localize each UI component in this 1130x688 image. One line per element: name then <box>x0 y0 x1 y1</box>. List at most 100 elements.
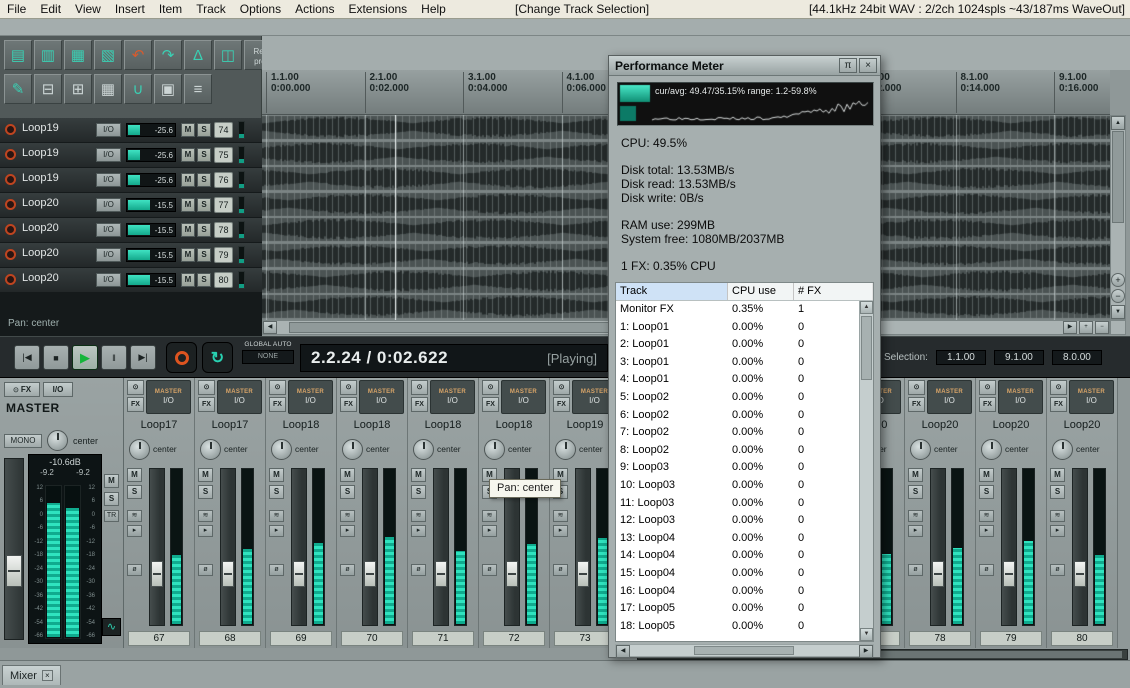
perf-table-row[interactable]: 18: Loop050.00%0 <box>616 618 859 636</box>
fader-handle[interactable] <box>293 561 305 587</box>
strip-send-badge[interactable]: MASTERI/O <box>430 380 475 414</box>
master-strip[interactable]: ⊙FX I/O MASTER MONO center -10.6dB -9.2 … <box>0 378 124 648</box>
perf-table-row[interactable]: 7: Loop020.00%0 <box>616 424 859 442</box>
send-button[interactable]: ▸ <box>908 525 923 537</box>
phase-button[interactable]: ø <box>482 564 497 576</box>
track-solo-button[interactable]: S <box>197 223 211 237</box>
window-horizontal-scrollbar[interactable]: ◀ ▶ <box>615 644 874 657</box>
menu-item-file[interactable]: File <box>0 1 33 17</box>
track-volume-fader[interactable]: -15.5 <box>126 248 176 262</box>
strip-volume-fader[interactable] <box>362 468 378 626</box>
env-button[interactable]: ≋ <box>1050 510 1065 522</box>
strip-send-badge[interactable]: MASTERI/O <box>146 380 191 414</box>
perf-table-row[interactable]: 5: Loop020.00%0 <box>616 389 859 407</box>
strip-fx-button[interactable]: FX <box>198 397 215 412</box>
strip-mute-button[interactable]: M <box>269 468 284 482</box>
perf-table-row[interactable]: 12: Loop030.00%0 <box>616 512 859 530</box>
pan-knob[interactable] <box>484 439 505 460</box>
strip-env-button[interactable]: ⊙ <box>127 380 144 395</box>
pause-button[interactable]: ‖ <box>101 345 127 370</box>
track-mute-button[interactable]: M <box>181 198 195 212</box>
pm-scroll-right-icon[interactable]: ▶ <box>859 645 873 658</box>
screenset-button[interactable]: ◫ <box>214 40 242 70</box>
env-button[interactable]: ≋ <box>198 510 213 522</box>
mixer-strip[interactable]: ⊙FXMASTERI/OLoop18centerMS≋▸ø70 <box>337 378 408 648</box>
strip-env-button[interactable]: ⊙ <box>908 380 925 395</box>
strip-solo-button[interactable]: S <box>979 485 994 499</box>
col-cpu-use[interactable]: CPU use <box>728 283 794 300</box>
fader-handle[interactable] <box>932 561 944 587</box>
send-button[interactable]: ▸ <box>340 525 355 537</box>
record-arm-button[interactable] <box>5 249 16 260</box>
mixer-strip[interactable]: ⊙FXMASTERI/OLoop20centerMS≋▸ø80 <box>1047 378 1118 648</box>
pan-knob[interactable] <box>271 439 292 460</box>
send-button[interactable]: ▸ <box>269 525 284 537</box>
phase-button[interactable]: ø <box>269 564 284 576</box>
strip-env-button[interactable]: ⊙ <box>198 380 215 395</box>
phase-button[interactable]: ø <box>1050 564 1065 576</box>
track-solo-button[interactable]: S <box>197 123 211 137</box>
strip-volume-fader[interactable] <box>433 468 449 626</box>
strip-mute-button[interactable]: M <box>127 468 142 482</box>
pan-knob[interactable] <box>413 439 434 460</box>
mixer-menu-button[interactable]: ∿ <box>102 618 121 636</box>
send-button[interactable]: ▸ <box>553 525 568 537</box>
strip-send-badge[interactable]: MASTERI/O <box>217 380 262 414</box>
track-mute-button[interactable]: M <box>181 123 195 137</box>
phase-button[interactable]: ø <box>411 564 426 576</box>
scroll-left-icon[interactable]: ◀ <box>263 321 277 334</box>
strip-solo-button[interactable]: S <box>269 485 284 499</box>
env-button[interactable]: ≋ <box>979 510 994 522</box>
perf-table-row[interactable]: Monitor FX0.35%1 <box>616 301 859 319</box>
env-button[interactable]: ≋ <box>908 510 923 522</box>
track-panel-row[interactable]: Loop20I/O-15.5MS78 <box>0 218 262 242</box>
send-button[interactable]: ▸ <box>482 525 497 537</box>
mixer-strip[interactable]: ⊙FXMASTERI/OLoop20centerMS≋▸ø79 <box>976 378 1047 648</box>
strip-io-button[interactable]: I/O <box>1086 396 1097 405</box>
strip-volume-fader[interactable] <box>220 468 236 626</box>
master-pan-knob[interactable] <box>47 430 68 451</box>
ripple-button[interactable]: ≡ <box>184 74 212 104</box>
redo-button[interactable]: ↷ <box>154 40 182 70</box>
ruler-marker[interactable]: 3.1.000:04.000 <box>463 72 507 113</box>
record-arm-button[interactable] <box>5 224 16 235</box>
dock-pin-button[interactable]: π <box>839 58 857 73</box>
track-panel-row[interactable]: Loop19I/O-25.6MS76 <box>0 168 262 192</box>
play-button[interactable]: ▶ <box>72 345 98 370</box>
table-scroll-down-icon[interactable]: ▼ <box>860 628 873 641</box>
hzoom-in-button[interactable]: + <box>1079 321 1093 334</box>
record-arm-button[interactable] <box>5 174 16 185</box>
send-button[interactable]: ▸ <box>198 525 213 537</box>
track-io-button[interactable]: I/O <box>96 248 121 262</box>
strip-fx-button[interactable]: FX <box>482 397 499 412</box>
phase-button[interactable]: ø <box>908 564 923 576</box>
perf-table-row[interactable]: 15: Loop040.00%0 <box>616 565 859 583</box>
master-fader-handle[interactable] <box>6 555 22 587</box>
strip-fx-button[interactable]: FX <box>908 397 925 412</box>
strip-env-button[interactable]: ⊙ <box>340 380 357 395</box>
global-auto-mode[interactable]: NONE <box>242 350 294 364</box>
strip-mute-button[interactable]: M <box>908 468 923 482</box>
track-panel-row[interactable]: Loop20I/O-15.5MS77 <box>0 193 262 217</box>
strip-mute-button[interactable]: M <box>198 468 213 482</box>
strip-send-badge[interactable]: MASTERI/O <box>501 380 546 414</box>
track-volume-fader[interactable]: -25.6 <box>126 123 176 137</box>
record-button[interactable] <box>166 342 197 373</box>
strip-volume-fader[interactable] <box>1072 468 1088 626</box>
track-io-button[interactable]: I/O <box>96 273 121 287</box>
strip-io-button[interactable]: I/O <box>234 396 245 405</box>
ruler-marker[interactable]: 8.1.000:14.000 <box>956 72 1000 113</box>
grid-button[interactable]: ⊞ <box>64 74 92 104</box>
phase-button[interactable]: ø <box>198 564 213 576</box>
strip-volume-fader[interactable] <box>149 468 165 626</box>
mixer-strip[interactable]: ⊙FXMASTERI/OLoop18centerMS≋▸ø69 <box>266 378 337 648</box>
pan-knob[interactable] <box>555 439 576 460</box>
menu-item-options[interactable]: Options <box>233 1 288 17</box>
strip-io-button[interactable]: I/O <box>305 396 316 405</box>
mixer-strip[interactable]: ⊙FXMASTERI/OLoop20centerMS≋▸ø78 <box>905 378 976 648</box>
send-button[interactable]: ▸ <box>411 525 426 537</box>
fader-handle[interactable] <box>506 561 518 587</box>
perf-table-row[interactable]: 4: Loop010.00%0 <box>616 371 859 389</box>
arrange-vertical-scrollbar[interactable]: ▲ + − ▼ <box>1110 115 1126 320</box>
strip-env-button[interactable]: ⊙ <box>411 380 428 395</box>
